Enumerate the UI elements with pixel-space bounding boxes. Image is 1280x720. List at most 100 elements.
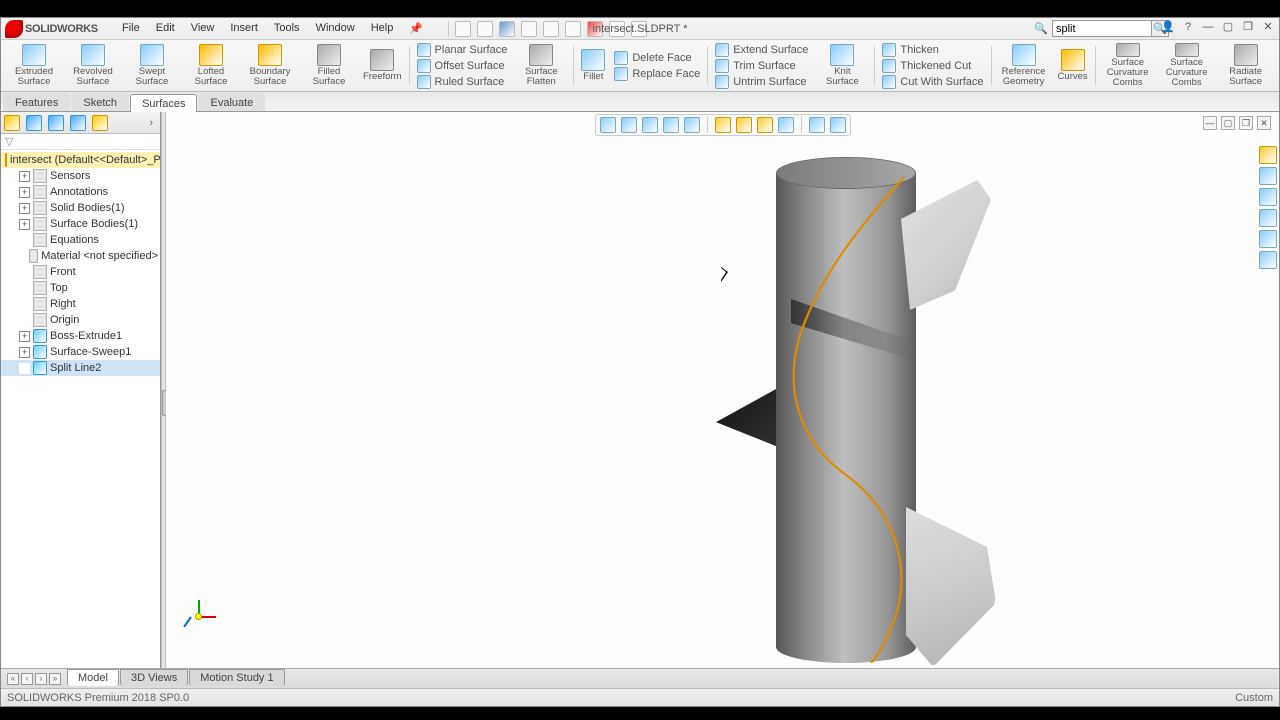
cmd-radiate-surface[interactable]: Radiate Surface <box>1217 42 1275 89</box>
tree-solid-bodies[interactable]: +Solid Bodies(1) <box>1 200 160 216</box>
cmd-revolved-surface[interactable]: Revolved Surface <box>64 42 122 89</box>
doc-close-icon[interactable]: ✕ <box>1257 116 1271 130</box>
zoom-fit-icon[interactable] <box>600 117 616 133</box>
task-view-palette-icon[interactable] <box>1259 209 1277 227</box>
search-input[interactable] <box>1052 20 1152 37</box>
cmd-boundary-surface[interactable]: Boundary Surface <box>241 42 299 89</box>
qat-select-icon[interactable] <box>565 21 581 37</box>
cmd-cut-with-surface[interactable]: Cut With Surface <box>878 75 987 89</box>
tree-boss-extrude[interactable]: +Boss-Extrude1 <box>1 328 160 344</box>
fm-tab-config-icon[interactable] <box>48 115 64 131</box>
tree-surface-sweep[interactable]: +Surface-Sweep1 <box>1 344 160 360</box>
cmd-knit-surface[interactable]: Knit Surface <box>813 42 871 89</box>
status-units[interactable]: Custom <box>1235 692 1273 704</box>
tree-right-plane[interactable]: Right <box>1 296 160 312</box>
menu-pin-icon[interactable]: 📌 <box>402 20 430 37</box>
menu-insert[interactable]: Insert <box>223 20 265 37</box>
task-appearances-icon[interactable] <box>1259 230 1277 248</box>
cmd-swept-surface[interactable]: Swept Surface <box>123 42 181 89</box>
cmd-filled-surface[interactable]: Filled Surface <box>300 42 358 89</box>
doc-restore-icon[interactable]: ❐ <box>1239 116 1253 130</box>
qat-print-icon[interactable] <box>521 21 537 37</box>
cmd-thicken[interactable]: Thicken <box>878 43 987 57</box>
cmd-surface-flatten[interactable]: Surface Flatten <box>512 42 570 89</box>
tree-top-plane[interactable]: Top <box>1 280 160 296</box>
qat-open-icon[interactable] <box>477 21 493 37</box>
btab-3d-views[interactable]: 3D Views <box>120 669 188 686</box>
display-style-icon[interactable] <box>715 117 731 133</box>
doc-min-icon[interactable]: — <box>1203 116 1217 130</box>
task-resources-icon[interactable] <box>1259 146 1277 164</box>
qat-save-icon[interactable] <box>499 21 515 37</box>
menu-tools[interactable]: Tools <box>267 20 307 37</box>
task-file-explorer-icon[interactable] <box>1259 188 1277 206</box>
feature-tree[interactable]: intersect (Default<<Default>_PhotoWor +S… <box>1 150 160 668</box>
cmd-extend-surface[interactable]: Extend Surface <box>711 43 812 57</box>
cmd-untrim-surface[interactable]: Untrim Surface <box>711 75 812 89</box>
menu-view[interactable]: View <box>184 20 222 37</box>
zoom-area-icon[interactable] <box>621 117 637 133</box>
graphics-viewport[interactable]: — ▢ ❐ ✕ <box>166 112 1279 668</box>
minimize-icon[interactable]: — <box>1201 21 1215 35</box>
cmd-planar-surface[interactable]: Planar Surface <box>413 43 512 57</box>
view-settings-icon[interactable] <box>809 117 825 133</box>
render-tool-icon[interactable] <box>830 117 846 133</box>
tree-surface-bodies[interactable]: +Surface Bodies(1) <box>1 216 160 232</box>
help-icon[interactable]: ? <box>1181 21 1195 35</box>
cmd-curvature-combs-2[interactable]: Surface Curvature Combs <box>1158 42 1216 89</box>
tree-equations[interactable]: Equations <box>1 232 160 248</box>
cmd-thickened-cut[interactable]: Thickened Cut <box>878 59 987 73</box>
close-icon[interactable]: ✕ <box>1261 21 1275 35</box>
view-orientation-icon[interactable] <box>684 117 700 133</box>
btab-prev-icon[interactable]: ‹ <box>21 673 33 685</box>
tree-sensors[interactable]: +Sensors <box>1 168 160 184</box>
maximize-icon[interactable]: ▢ <box>1221 21 1235 35</box>
menu-edit[interactable]: Edit <box>149 20 182 37</box>
doc-max-icon[interactable]: ▢ <box>1221 116 1235 130</box>
cmd-trim-surface[interactable]: Trim Surface <box>711 59 812 73</box>
cmd-reference-geometry[interactable]: Reference Geometry <box>995 42 1053 89</box>
menu-window[interactable]: Window <box>309 20 362 37</box>
orientation-triad[interactable] <box>186 600 214 628</box>
tab-evaluate[interactable]: Evaluate <box>198 93 265 111</box>
edit-appearance-icon[interactable] <box>757 117 773 133</box>
btab-next-icon[interactable]: › <box>35 673 47 685</box>
fm-tabs-overflow-icon[interactable]: › <box>145 117 157 129</box>
menu-file[interactable]: File <box>115 20 147 37</box>
tree-front-plane[interactable]: Front <box>1 264 160 280</box>
fm-tab-property-icon[interactable] <box>26 115 42 131</box>
tab-surfaces[interactable]: Surfaces <box>130 94 197 112</box>
cmd-curves[interactable]: Curves <box>1054 42 1092 89</box>
tree-split-line[interactable]: Split Line2 <box>1 360 160 376</box>
cmd-delete-face[interactable]: Delete Face <box>610 51 704 65</box>
task-custom-props-icon[interactable] <box>1259 251 1277 269</box>
menu-help[interactable]: Help <box>364 20 401 37</box>
section-view-icon[interactable] <box>663 117 679 133</box>
tab-features[interactable]: Features <box>3 93 70 111</box>
btab-motion-study[interactable]: Motion Study 1 <box>189 669 284 686</box>
fm-tab-dim-icon[interactable] <box>70 115 86 131</box>
cmd-curvature-combs-1[interactable]: Surface Curvature Combs <box>1099 42 1157 89</box>
hide-show-icon[interactable] <box>736 117 752 133</box>
cmd-freeform[interactable]: Freeform <box>359 42 406 89</box>
qat-undo-icon[interactable] <box>543 21 559 37</box>
fm-tab-display-icon[interactable] <box>92 115 108 131</box>
cmd-offset-surface[interactable]: Offset Surface <box>413 59 512 73</box>
model-geometry[interactable] <box>576 157 996 668</box>
task-design-library-icon[interactable] <box>1259 167 1277 185</box>
fm-tab-tree-icon[interactable] <box>4 115 20 131</box>
btab-model[interactable]: Model <box>67 669 119 686</box>
previous-view-icon[interactable] <box>642 117 658 133</box>
tree-annotations[interactable]: +Annotations <box>1 184 160 200</box>
cmd-fillet[interactable]: Fillet <box>577 42 609 89</box>
tree-material[interactable]: Material <not specified> <box>1 248 160 264</box>
tree-origin[interactable]: Origin <box>1 312 160 328</box>
filter-icon[interactable]: ▽ <box>5 135 13 148</box>
tab-sketch[interactable]: Sketch <box>71 93 129 111</box>
cmd-replace-face[interactable]: Replace Face <box>610 67 704 81</box>
qat-new-icon[interactable] <box>455 21 471 37</box>
cmd-extruded-surface[interactable]: Extruded Surface <box>5 42 63 89</box>
cmd-lofted-surface[interactable]: Lofted Surface <box>182 42 240 89</box>
restore-icon[interactable]: ❐ <box>1241 21 1255 35</box>
btab-first-icon[interactable]: « <box>7 673 19 685</box>
